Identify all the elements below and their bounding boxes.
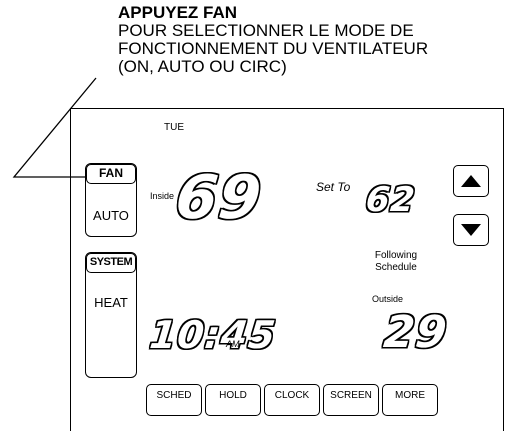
- inside-temperature: 69: [172, 163, 266, 233]
- sched-button[interactable]: SCHED: [146, 384, 202, 416]
- outside-temperature: 29: [381, 307, 450, 358]
- up-arrow-icon: [461, 175, 481, 187]
- outside-label: Outside: [372, 294, 404, 304]
- hold-button[interactable]: HOLD: [205, 384, 261, 416]
- fan-mode-value: AUTO: [93, 208, 129, 223]
- schedule-status-line-1: Following: [374, 250, 418, 261]
- am-pm-indicator: AM: [226, 339, 240, 349]
- temp-up-button[interactable]: [453, 165, 489, 197]
- day-of-week: TUE: [164, 122, 184, 133]
- screen-button[interactable]: SCREEN: [323, 384, 379, 416]
- more-button[interactable]: MORE: [382, 384, 438, 416]
- set-to-label: Set To: [316, 180, 351, 194]
- temp-down-button[interactable]: [453, 214, 489, 246]
- schedule-status: Following Schedule: [351, 250, 441, 274]
- set-temperature: 62: [363, 180, 418, 220]
- fan-button[interactable]: FAN: [86, 164, 136, 184]
- schedule-status-line-2: Schedule: [375, 262, 417, 273]
- clock-button[interactable]: CLOCK: [264, 384, 320, 416]
- system-mode-value: HEAT: [94, 295, 128, 310]
- system-button[interactable]: SYSTEM: [86, 253, 136, 273]
- inside-label: Inside: [150, 191, 175, 201]
- down-arrow-icon: [461, 224, 481, 236]
- clock-time: 10:45: [147, 313, 279, 357]
